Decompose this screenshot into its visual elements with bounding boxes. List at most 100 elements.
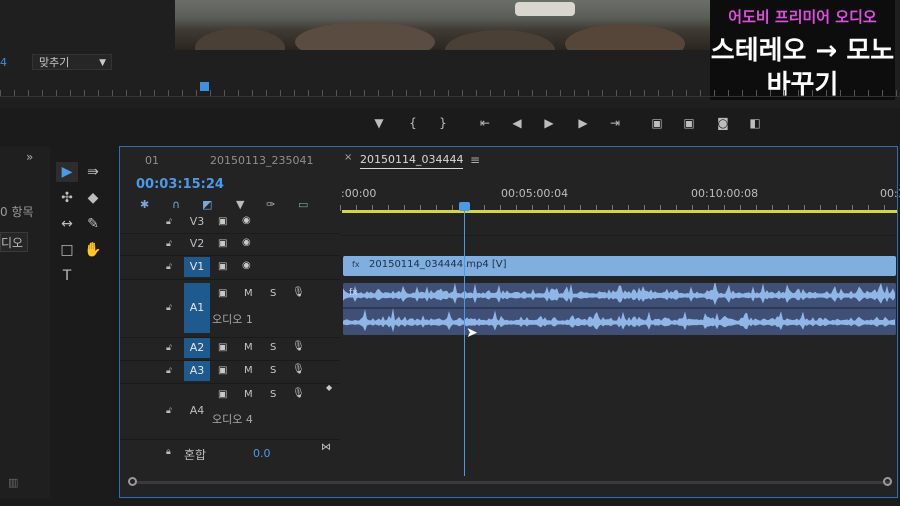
playhead[interactable]: [459, 202, 470, 211]
lock-icon[interactable]: 🔓︎: [166, 262, 172, 272]
track-label[interactable]: 오디오 1: [212, 311, 253, 327]
track-select-tool-icon[interactable]: ⇛: [82, 162, 104, 182]
snap-icon[interactable]: ∩: [172, 198, 180, 211]
track-name[interactable]: V3: [184, 212, 210, 232]
track-name[interactable]: V1: [184, 257, 210, 277]
go-to-in-icon[interactable]: ⇤: [476, 114, 494, 132]
hand-tool-icon[interactable]: ✋: [82, 240, 104, 260]
razor-tool-icon[interactable]: ◆: [82, 188, 104, 208]
lane-v2[interactable]: [340, 235, 897, 258]
compare-view-icon[interactable]: ◧: [746, 114, 764, 132]
mark-in-icon[interactable]: {: [404, 114, 422, 132]
track-name[interactable]: A2: [184, 338, 210, 358]
sync-lock-icon[interactable]: ▣: [218, 365, 227, 376]
lock-icon[interactable]: 🔓︎: [166, 239, 172, 249]
scrollbar-right-handle[interactable]: [883, 477, 892, 486]
microphone-icon[interactable]: 🎙︎: [292, 364, 305, 375]
microphone-icon[interactable]: 🎙︎: [292, 388, 305, 399]
sync-lock-icon[interactable]: ▣: [218, 342, 227, 353]
add-marker-icon[interactable]: ▼: [236, 198, 244, 211]
trash-icon[interactable]: ▥: [8, 476, 18, 489]
microphone-icon[interactable]: 🎙︎: [292, 341, 305, 352]
step-forward-icon[interactable]: ▶: [574, 114, 592, 132]
sync-lock-icon[interactable]: ▣: [218, 261, 227, 272]
track-header-a2[interactable]: 🔓︎ A2 ▣ M S 🎙︎: [120, 337, 340, 361]
play-icon[interactable]: ▶: [540, 114, 558, 132]
mix-volume-value[interactable]: 0.0: [253, 447, 271, 460]
track-header-a3[interactable]: 🔓︎ A3 ▣ M S 🎙︎: [120, 360, 340, 384]
add-marker-icon[interactable]: ▼: [370, 114, 388, 132]
scrollbar-left-handle[interactable]: [128, 477, 137, 486]
track-header-v1[interactable]: 🔓︎ V1 ▣ ◉: [120, 255, 340, 280]
extract-icon[interactable]: ▣: [680, 114, 698, 132]
track-header-v3[interactable]: 🔓︎ V3 ▣ ◉: [120, 212, 340, 234]
scrollbar-track[interactable]: [136, 481, 892, 484]
track-header-v2[interactable]: 🔓︎ V2 ▣ ◉: [120, 233, 340, 256]
go-to-out-icon[interactable]: ⇥: [606, 114, 624, 132]
sync-lock-icon[interactable]: ▣: [218, 216, 227, 227]
captions-icon[interactable]: ▭: [298, 198, 308, 211]
track-name[interactable]: A1: [184, 283, 210, 333]
project-list-item[interactable]: 디오: [0, 232, 28, 252]
solo-button[interactable]: S: [270, 389, 276, 400]
close-tab-icon[interactable]: ×: [344, 152, 352, 163]
timeline-time-ruler[interactable]: :00:00 00:05:00:04 00:10:00:08 00:1: [340, 185, 900, 213]
step-back-icon[interactable]: ◀: [508, 114, 526, 132]
pen-tool-icon[interactable]: ✎: [82, 214, 104, 234]
mute-button[interactable]: M: [244, 389, 253, 400]
monitor-playhead[interactable]: [200, 82, 209, 91]
tab-sequence-20150114[interactable]: 20150114_034444: [360, 153, 464, 169]
mute-button[interactable]: M: [244, 342, 253, 353]
go-to-end-icon[interactable]: ⋈: [321, 442, 331, 453]
sync-lock-icon[interactable]: ▣: [218, 389, 227, 400]
panel-expand-icon[interactable]: »: [26, 150, 33, 164]
track-header-a4[interactable]: 🔓︎ A4 ▣ M S 🎙︎ ◆ 오디오 4: [120, 383, 340, 440]
work-area-bar[interactable]: [342, 210, 897, 213]
sync-lock-icon[interactable]: ▣: [218, 288, 227, 299]
track-name[interactable]: A3: [184, 361, 210, 381]
eye-icon[interactable]: ◉: [242, 215, 251, 226]
panel-menu-icon[interactable]: ≡: [470, 153, 480, 167]
track-name[interactable]: V2: [184, 234, 210, 254]
sync-lock-icon[interactable]: ▣: [218, 238, 227, 249]
nest-icon[interactable]: ✱: [140, 198, 149, 211]
wrench-icon[interactable]: ✑: [266, 198, 275, 211]
selection-tool-icon[interactable]: ▶: [56, 162, 78, 182]
eye-icon[interactable]: ◉: [242, 260, 251, 271]
mute-button[interactable]: M: [244, 288, 253, 299]
lift-icon[interactable]: ▣: [648, 114, 666, 132]
mute-button[interactable]: M: [244, 365, 253, 376]
track-label[interactable]: 오디오 4: [212, 411, 253, 427]
zoom-fit-select[interactable]: 맞추기 ▼: [32, 54, 112, 70]
solo-button[interactable]: S: [270, 365, 276, 376]
solo-button[interactable]: S: [270, 288, 276, 299]
lock-icon[interactable]: 🔒︎: [166, 447, 171, 457]
keyframe-icon[interactable]: ◆: [326, 383, 332, 392]
video-clip[interactable]: fx 20150114_034444.mp4 [V]: [343, 256, 896, 276]
playhead-line[interactable]: [464, 206, 465, 476]
lane-v3[interactable]: [340, 214, 897, 236]
lock-icon[interactable]: 🔓︎: [166, 406, 172, 416]
timeline-horizontal-scrollbar[interactable]: [128, 476, 892, 490]
tab-sequence-01[interactable]: 01: [145, 154, 159, 167]
audio-clip[interactable]: fx: [343, 283, 896, 335]
slip-tool-icon[interactable]: ↔: [56, 214, 78, 234]
lock-icon[interactable]: 🔓︎: [166, 303, 172, 313]
mark-out-icon[interactable]: }: [434, 114, 452, 132]
lock-icon[interactable]: 🔓︎: [166, 343, 172, 353]
ripple-edit-tool-icon[interactable]: ✣: [56, 188, 78, 208]
microphone-icon[interactable]: 🎙︎: [292, 287, 305, 298]
solo-button[interactable]: S: [270, 342, 276, 353]
rectangle-tool-icon[interactable]: □: [56, 240, 78, 260]
monitor-time-ruler[interactable]: [0, 80, 900, 97]
tab-sequence-20150113[interactable]: 20150113_235041: [210, 154, 313, 167]
track-header-a1[interactable]: 🔓︎ A1 ▣ M S 🎙︎ 오디오 1: [120, 279, 340, 338]
lock-icon[interactable]: 🔓︎: [166, 217, 172, 227]
linked-selection-icon[interactable]: ◩: [202, 198, 212, 211]
export-frame-icon[interactable]: ◙: [714, 114, 732, 132]
eye-icon[interactable]: ◉: [242, 237, 251, 248]
type-tool-icon[interactable]: T: [56, 266, 78, 286]
lock-icon[interactable]: 🔓︎: [166, 366, 172, 376]
track-name[interactable]: A4: [184, 401, 210, 421]
playhead-timecode[interactable]: 00:03:15:24: [136, 177, 224, 192]
